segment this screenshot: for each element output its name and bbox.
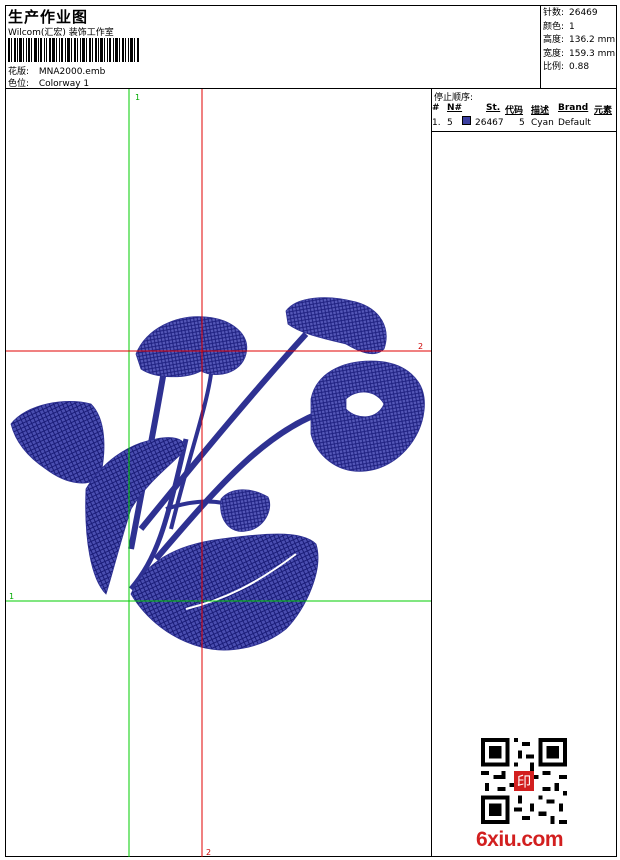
col-hash: # bbox=[432, 103, 440, 113]
colorway-value: Colorway 1 bbox=[38, 79, 90, 89]
table-divider bbox=[432, 131, 616, 132]
thread-color-swatch bbox=[462, 116, 471, 125]
stats-divider bbox=[540, 6, 541, 88]
design-preview: 1 1 2 2 bbox=[6, 89, 431, 857]
page-title: 生产作业图 bbox=[8, 8, 89, 26]
guide-v1-label: 1 bbox=[135, 93, 140, 102]
guide-v2-label: 2 bbox=[206, 848, 211, 857]
embroidery-flower bbox=[10, 297, 425, 651]
stat-height: 高度: 136.2 mm bbox=[543, 35, 616, 45]
col-description: 描述 bbox=[531, 106, 550, 116]
stat-width: 宽度: 159.3 mm bbox=[543, 48, 616, 59]
design-stats: 针数: 26469 颜色: 1 高度: 136.2 mm 宽度: 159.3 mm 比例… bbox=[543, 7, 615, 75]
flower-bud-middle bbox=[220, 489, 271, 532]
col-code: 代码 bbox=[505, 106, 524, 116]
barcode bbox=[8, 38, 139, 62]
leaf-left bbox=[10, 401, 105, 484]
stat-stitches: 针数: 26469 bbox=[543, 8, 598, 18]
panel-divider bbox=[431, 88, 432, 856]
col-brand: Brand bbox=[558, 103, 589, 113]
col-element: 元素 bbox=[594, 106, 613, 116]
col-needle: N# bbox=[447, 103, 463, 113]
flower-curl-top-right bbox=[285, 297, 387, 355]
company-name: Wilcom(汇宏) 装饰工作室 bbox=[8, 28, 114, 38]
production-worksheet: 生产作业图 Wilcom(汇宏) 装饰工作室 花版: MNA2000.emb 色… bbox=[5, 5, 617, 857]
col-stitches: St. bbox=[486, 103, 501, 113]
flower-bud-top bbox=[135, 316, 248, 378]
colorway-label: 色位: bbox=[8, 79, 30, 89]
stop-sequence-title: 停止顺序: bbox=[434, 93, 474, 103]
colorway-row: 色位: Colorway 1 bbox=[8, 76, 89, 89]
watermark-logo: 6xiu.com bbox=[476, 828, 564, 851]
qr-stamp-text: 印 bbox=[517, 773, 531, 790]
guide-h2-label: 2 bbox=[418, 342, 423, 351]
qr-code: 印 bbox=[481, 738, 567, 824]
guide-h1-label: 1 bbox=[9, 592, 14, 601]
stat-scale: 比例: 0.88 bbox=[543, 62, 590, 72]
stat-colors: 颜色: 1 bbox=[543, 21, 575, 32]
